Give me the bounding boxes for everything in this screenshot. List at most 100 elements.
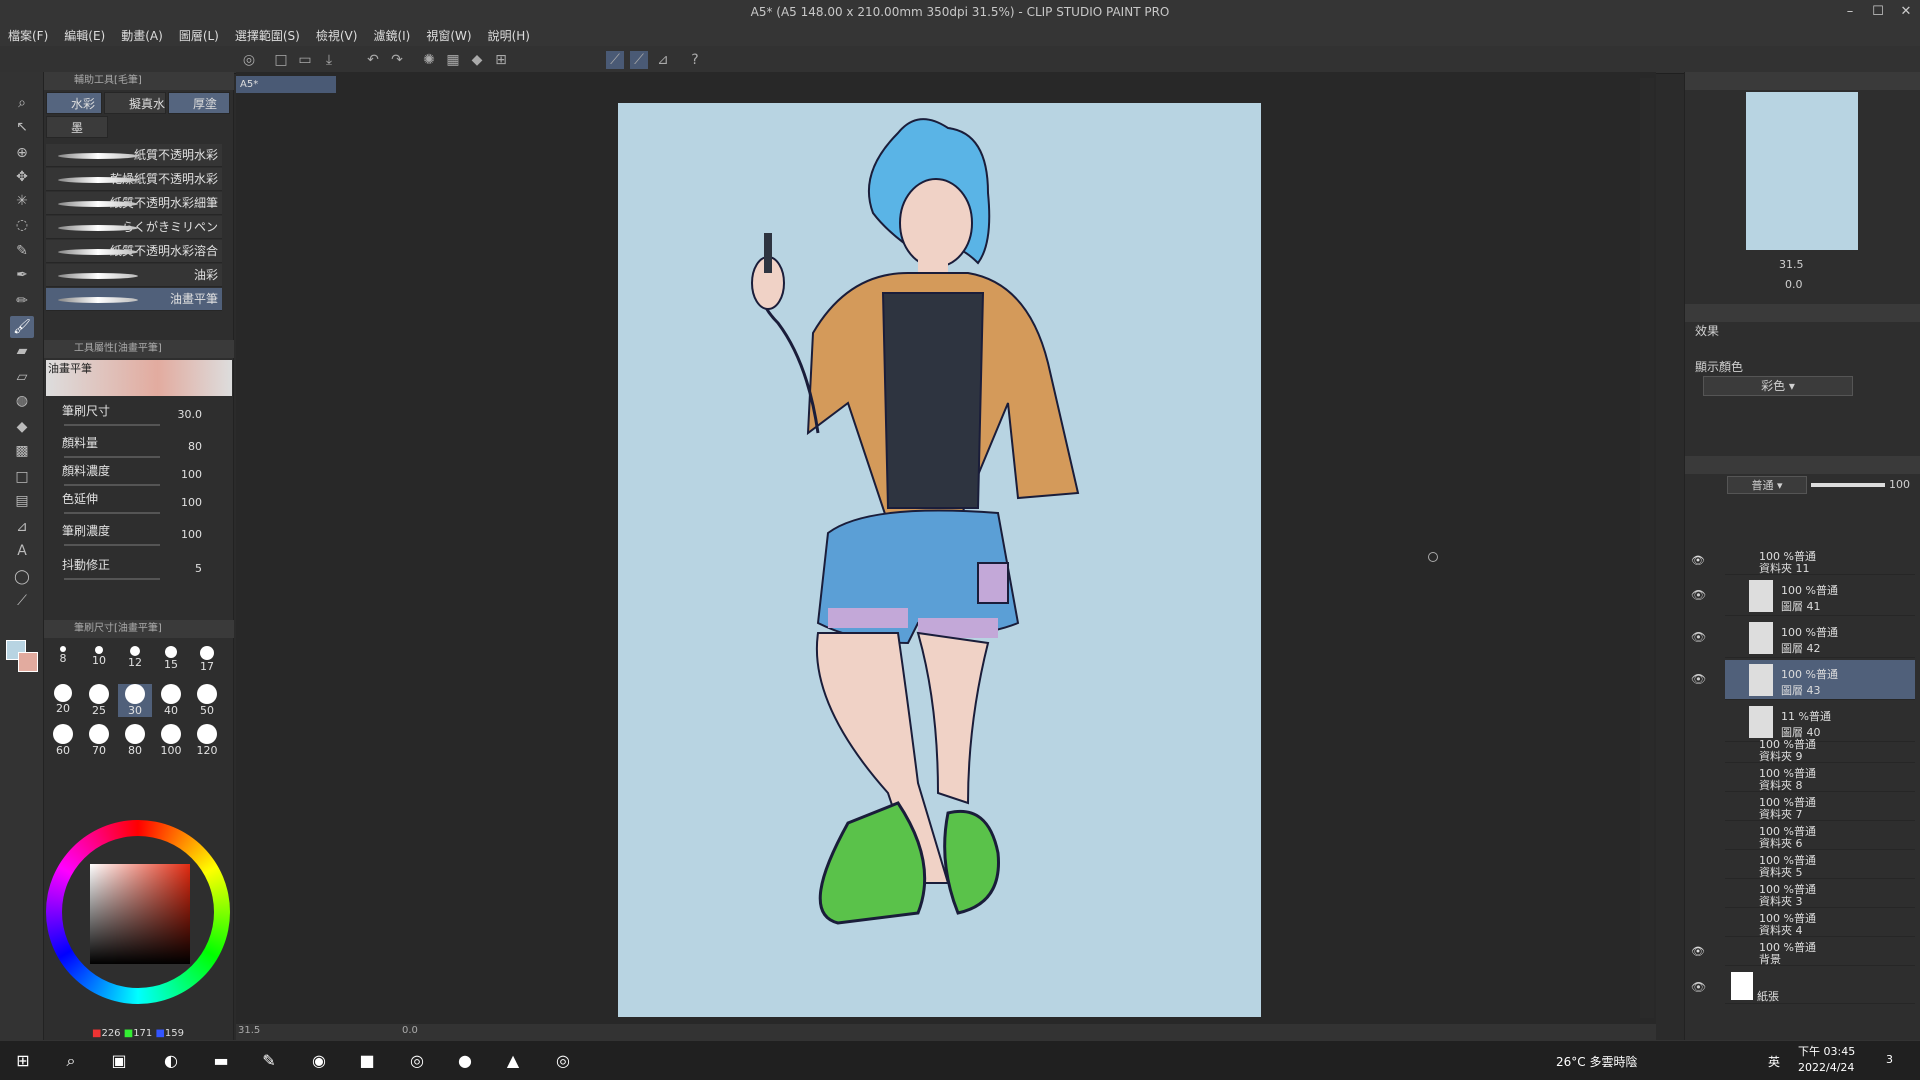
- deselect-icon[interactable]: ✺: [420, 51, 438, 69]
- opacity-value[interactable]: 100: [1889, 478, 1910, 491]
- brush-item[interactable]: 油彩: [46, 264, 222, 287]
- fill-icon[interactable]: ◆: [468, 51, 486, 69]
- discord-icon[interactable]: ●: [452, 1049, 478, 1073]
- line-icon[interactable]: ▲: [500, 1049, 526, 1073]
- close-icon[interactable]: ✕: [1892, 0, 1920, 24]
- layer-folder[interactable]: 100 %普通 資料夾 6: [1725, 821, 1915, 850]
- prop-brush-size[interactable]: 筆刷尺寸 30.0: [62, 402, 232, 432]
- size-preset[interactable]: 15: [154, 646, 188, 671]
- brush-item[interactable]: らくがきミリペン: [46, 216, 222, 239]
- clock-date[interactable]: 2022/4/24: [1798, 1061, 1854, 1074]
- size-preset[interactable]: 25: [82, 684, 116, 717]
- menu-layer[interactable]: 圖層(L): [179, 27, 219, 44]
- layer-folder[interactable]: 100 %普通 資料夾 4: [1725, 908, 1915, 937]
- prop-paint-density[interactable]: 顏料濃度 100: [62, 462, 232, 492]
- prop-color-stretch[interactable]: 色延伸 100: [62, 490, 232, 520]
- frame-icon[interactable]: ▤: [10, 490, 34, 512]
- search-icon[interactable]: ⌕: [58, 1049, 84, 1073]
- size-preset[interactable]: 8: [46, 646, 80, 665]
- fill-tool-icon[interactable]: ◆: [10, 416, 34, 438]
- tab-watercolor[interactable]: 水彩: [46, 92, 102, 114]
- size-preset-selected[interactable]: 30: [118, 684, 152, 717]
- windows-start-icon[interactable]: ⊞: [10, 1049, 36, 1073]
- menu-file[interactable]: 檔案(F): [8, 27, 48, 44]
- brush-icon[interactable]: 🖌: [10, 316, 34, 338]
- size-preset[interactable]: 60: [46, 724, 80, 757]
- size-preset[interactable]: 120: [190, 724, 224, 757]
- auto-select-icon[interactable]: ✳: [10, 190, 34, 212]
- ruler-icon[interactable]: ⊿: [10, 516, 34, 538]
- app-icon[interactable]: ■: [354, 1049, 380, 1073]
- zoom-icon[interactable]: ⌕: [10, 92, 34, 114]
- size-preset[interactable]: 80: [118, 724, 152, 757]
- color-mode-select[interactable]: 彩色 ▾: [1703, 376, 1853, 396]
- undo-icon[interactable]: ↶: [364, 51, 382, 69]
- eyedropper-icon[interactable]: ✎: [10, 240, 34, 262]
- layer-folder[interactable]: 100 %普通 資料夾 3: [1725, 879, 1915, 908]
- gradient-icon[interactable]: ▩: [10, 440, 34, 462]
- task-view-icon[interactable]: ▣: [106, 1049, 132, 1073]
- size-preset[interactable]: 40: [154, 684, 188, 717]
- open-file-icon[interactable]: ▭: [296, 51, 314, 69]
- size-preset[interactable]: 100: [154, 724, 188, 757]
- layer-folder[interactable]: 100 %普通 資料夾 9: [1725, 734, 1915, 763]
- size-preset[interactable]: 10: [82, 646, 116, 667]
- main-color-swatch[interactable]: [18, 652, 38, 672]
- eraser-icon[interactable]: ▱: [10, 366, 34, 388]
- menu-edit[interactable]: 編輯(E): [64, 27, 105, 44]
- menu-help[interactable]: 說明(H): [488, 27, 530, 44]
- angle-readout[interactable]: 0.0: [402, 1025, 418, 1036]
- weather-text[interactable]: 26°C 多雲時陰: [1556, 1053, 1637, 1070]
- tab-ink[interactable]: 墨: [46, 116, 108, 138]
- paint-icon[interactable]: ✎: [256, 1049, 282, 1073]
- correct-line-icon[interactable]: ⟋: [10, 590, 34, 612]
- blend-mode-select[interactable]: 普通 ▾: [1727, 476, 1807, 494]
- brush-item-selected[interactable]: 油畫平筆: [46, 288, 222, 311]
- chrome-icon[interactable]: ◉: [306, 1049, 332, 1073]
- navigator-thumbnail[interactable]: [1746, 92, 1858, 250]
- layer-folder[interactable]: 100 %普通 資料夾 8: [1725, 763, 1915, 792]
- layer-folder[interactable]: 100 %普通 資料夾 7: [1725, 792, 1915, 821]
- prop-paint-amount[interactable]: 顏料量 80: [62, 434, 232, 464]
- navigator-zoom[interactable]: 31.5: [1779, 258, 1804, 271]
- snap-grid-icon[interactable]: ⊿: [654, 51, 672, 69]
- new-file-icon[interactable]: □: [272, 51, 290, 69]
- navigator-angle[interactable]: 0.0: [1785, 278, 1803, 291]
- brush-item[interactable]: 乾燥紙質不透明水彩: [46, 168, 222, 191]
- brush-item[interactable]: 紙質不透明水彩: [46, 144, 222, 167]
- pen-icon[interactable]: ✒: [10, 264, 34, 286]
- transform-icon[interactable]: ⊞: [492, 51, 510, 69]
- blend-icon[interactable]: ◍: [10, 390, 34, 412]
- clip-studio-taskbar-icon[interactable]: ◎: [404, 1049, 430, 1073]
- zoom-readout[interactable]: 31.5: [238, 1025, 260, 1036]
- minimize-icon[interactable]: –: [1836, 0, 1864, 24]
- layer-paper[interactable]: 👁 紙張: [1691, 968, 1915, 1004]
- save-icon[interactable]: ⤓: [320, 51, 338, 69]
- snap-special-ruler-icon[interactable]: ⟋: [630, 51, 648, 69]
- tab-thick-paint[interactable]: 厚塗: [168, 92, 230, 114]
- pencil-icon[interactable]: ✏: [10, 290, 34, 312]
- maximize-icon[interactable]: ☐: [1864, 0, 1892, 24]
- edge-icon[interactable]: ◐: [158, 1049, 184, 1073]
- layer-row-selected[interactable]: 👁 100 %普通 圖層 43: [1691, 660, 1915, 700]
- document-tab[interactable]: A5*: [236, 76, 336, 93]
- menu-window[interactable]: 視窗(W): [426, 27, 471, 44]
- size-preset[interactable]: 12: [118, 646, 152, 669]
- help-icon[interactable]: ?: [686, 51, 704, 69]
- color-square[interactable]: [90, 864, 190, 964]
- file-explorer-icon[interactable]: ▬: [208, 1049, 234, 1073]
- prop-brush-density[interactable]: 筆刷濃度 100: [62, 522, 232, 552]
- layer-folder[interactable]: 100 %普通 資料夾 5: [1725, 850, 1915, 879]
- opacity-slider[interactable]: [1811, 483, 1885, 487]
- balloon-icon[interactable]: ◯: [10, 566, 34, 588]
- size-preset[interactable]: 17: [190, 646, 224, 673]
- brush-item[interactable]: 紙質不透明水彩溶合: [46, 240, 222, 263]
- text-icon[interactable]: A: [10, 540, 34, 562]
- figure-icon[interactable]: □: [10, 466, 34, 488]
- layer-folder[interactable]: 👁 100 %普通 資料夾 11: [1691, 546, 1915, 575]
- canvas-paper[interactable]: [618, 103, 1261, 1017]
- layer-row[interactable]: 👁 100 %普通 圖層 41: [1691, 576, 1915, 616]
- redo-icon[interactable]: ↷: [388, 51, 406, 69]
- snap-ruler-icon[interactable]: ⟋: [606, 51, 624, 69]
- lasso-icon[interactable]: ◌: [10, 214, 34, 236]
